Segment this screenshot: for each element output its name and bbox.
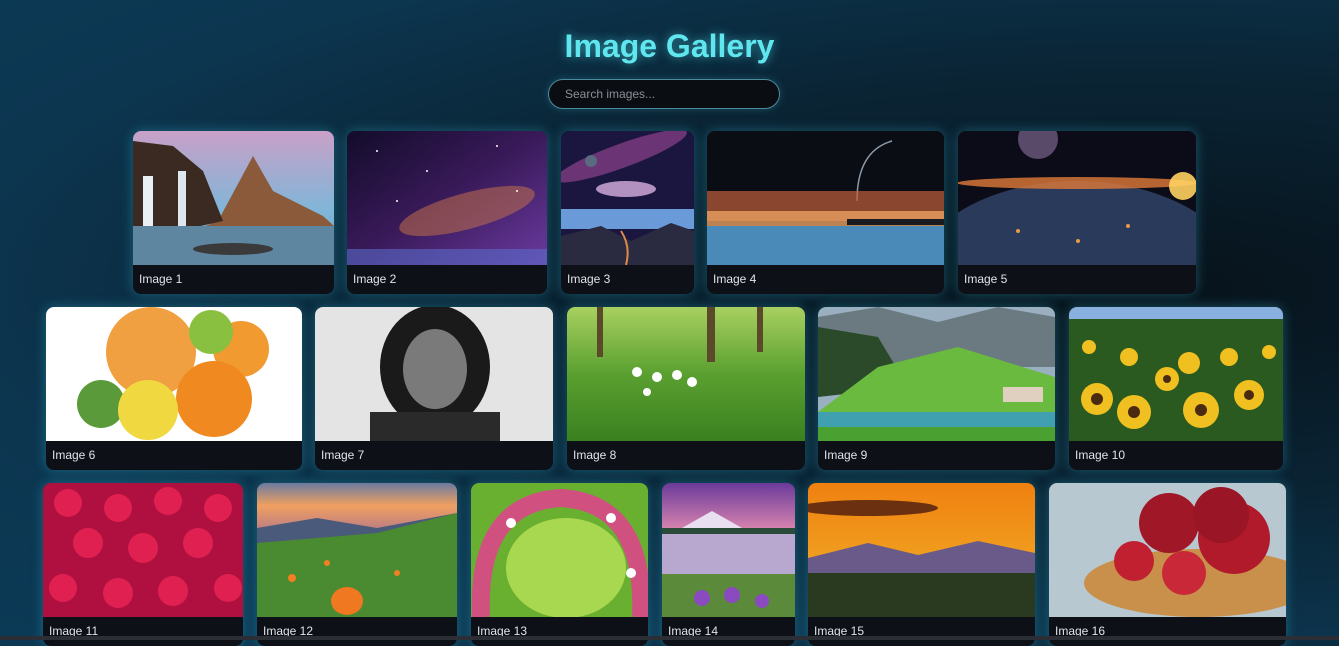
gallery-card-8[interactable]: Image 8	[567, 307, 805, 470]
page-title: Image Gallery	[564, 28, 775, 64]
gallery-card-2[interactable]: Image 2	[347, 131, 547, 294]
sunset-lake-image	[707, 131, 944, 265]
pomegranates-image	[1049, 483, 1286, 617]
image-label: Image 5	[964, 272, 1008, 286]
image-label: Image 1	[139, 272, 183, 286]
gallery-card-13[interactable]: Image 13	[471, 483, 648, 646]
gallery-card-4[interactable]: Image 4	[707, 131, 944, 294]
image-label: Image 8	[573, 448, 617, 462]
image-label: Image 6	[52, 448, 96, 462]
citrus-fruits-image	[46, 307, 302, 441]
planet-sunrise-image	[958, 131, 1196, 265]
gallery-card-3[interactable]: Image 3	[561, 131, 694, 294]
gallery-card-14[interactable]: Image 14	[662, 483, 795, 646]
sunflowers-image	[1069, 307, 1283, 441]
image-label: Image 4	[713, 272, 757, 286]
image-label: Image 3	[567, 272, 611, 286]
image-label: Image 2	[353, 272, 397, 286]
gallery-card-16[interactable]: Image 16	[1049, 483, 1286, 646]
horizontal-scrollbar[interactable]	[0, 636, 1339, 640]
orange-sunset-image	[808, 483, 1035, 617]
red-roses-image	[43, 483, 243, 617]
image-label: Image 9	[824, 448, 868, 462]
gallery-card-1[interactable]: Image 1	[133, 131, 334, 294]
meadow-flowers-image	[567, 307, 805, 441]
mountain-lake-image	[662, 483, 795, 617]
gallery-card-11[interactable]: Image 11	[43, 483, 243, 646]
search-input[interactable]	[548, 79, 780, 109]
image-label: Image 7	[321, 448, 365, 462]
gallery-card-10[interactable]: Image 10	[1069, 307, 1283, 470]
gallery-card-12[interactable]: Image 12	[257, 483, 457, 646]
gallery-card-15[interactable]: Image 15	[808, 483, 1035, 646]
gallery-card-7[interactable]: Image 7	[315, 307, 553, 470]
alpine-valley-image	[818, 307, 1055, 441]
gallery-card-9[interactable]: Image 9	[818, 307, 1055, 470]
image-label: Image 10	[1075, 448, 1126, 462]
gallery-card-6[interactable]: Image 6	[46, 307, 302, 470]
gallery-card-5[interactable]: Image 5	[958, 131, 1196, 294]
waterfall-mountain-image	[133, 131, 334, 265]
hillside-sunset-image	[257, 483, 457, 617]
portrait-image	[315, 307, 553, 441]
blossom-arch-image	[471, 483, 648, 617]
night-sky-image	[347, 131, 547, 265]
galaxy-planets-image	[561, 131, 694, 265]
